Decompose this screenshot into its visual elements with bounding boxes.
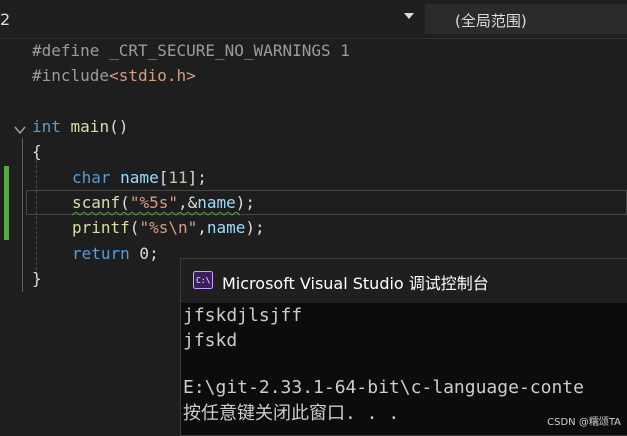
code-line: #include<stdio.h>: [32, 66, 196, 85]
console-app-icon: C:\: [193, 271, 213, 289]
console-output-line: jfskdjlsjff: [183, 305, 303, 326]
indent-guide-line: [36, 160, 38, 270]
chevron-down-icon[interactable]: [404, 13, 414, 19]
change-indicator-bar: [4, 214, 9, 240]
scope-dropdown[interactable]: (全局范围): [425, 4, 627, 34]
console-output-line: 按任意键关闭此窗口. . .: [183, 403, 400, 424]
code-line: char name[11];: [72, 168, 207, 187]
collapse-chevron-icon[interactable]: [14, 124, 26, 136]
change-indicator-bar: [4, 166, 9, 214]
console-output-line: jfskd: [183, 330, 238, 351]
editor-navigation-bar: 2 (全局范围): [0, 0, 627, 39]
debug-console-window[interactable]: C:\ Microsoft Visual Studio 调试控制台 jfskdj…: [180, 258, 627, 436]
scope-dropdown-label: (全局范围): [455, 12, 527, 30]
console-title-bar[interactable]: C:\ Microsoft Visual Studio 调试控制台: [181, 259, 627, 303]
code-line: int main(): [32, 117, 129, 136]
console-title: Microsoft Visual Studio 调试控制台: [222, 274, 489, 293]
code-line: {: [32, 142, 42, 161]
member-dropdown-value[interactable]: 2: [0, 10, 10, 29]
code-line: #define _CRT_SECURE_NO_WARNINGS 1: [32, 41, 350, 60]
code-line: return 0;: [72, 244, 159, 263]
code-line: printf("%s\n",name);: [72, 218, 265, 237]
console-output-line: E:\git-2.33.1-64-bit\c-language-conte: [183, 377, 584, 398]
svg-text:C:\: C:\: [196, 276, 211, 285]
fold-guide-line: [22, 138, 23, 292]
watermark: CSDN @糯颂TA: [547, 417, 621, 428]
code-line: }: [32, 269, 42, 288]
